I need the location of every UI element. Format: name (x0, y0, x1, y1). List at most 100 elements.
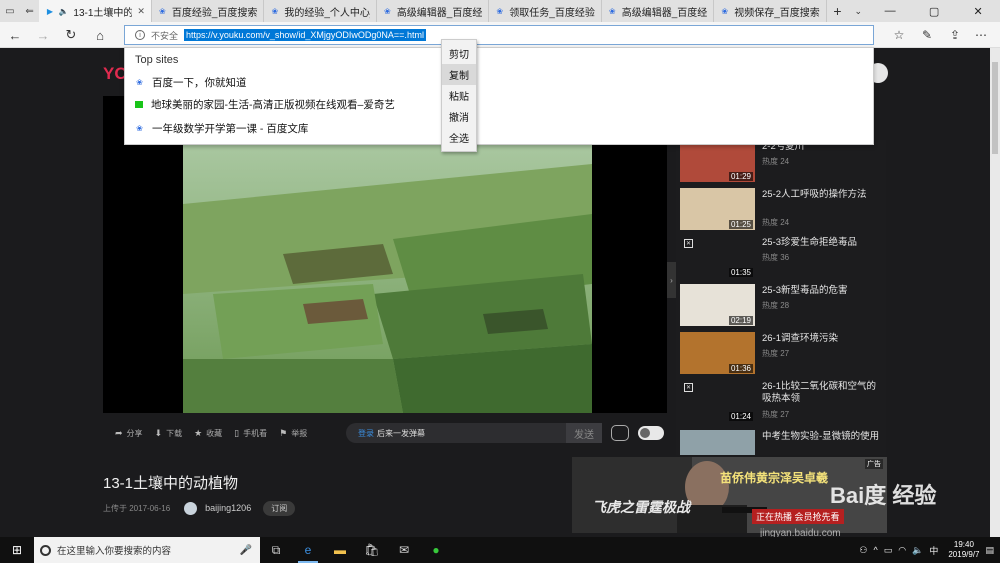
file-explorer-icon[interactable]: ▬ (324, 537, 356, 563)
tab-advanced-editor-2[interactable]: ❀ 高级编辑器_百度经验 (602, 0, 715, 22)
baidu-paw-icon: ❀ (721, 6, 729, 16)
menu-item-cut[interactable]: 剪切 (442, 43, 476, 64)
playlist-item[interactable]: ✕ 01:35 25-3珍爱生命拒绝毒品 热度 36 (680, 236, 886, 282)
tab-advanced-editor[interactable]: ❀ 高级编辑器_百度经验 (377, 0, 490, 22)
playlist-title[interactable]: 26-1比较二氧化碳和空气的吸热本领 (762, 381, 884, 405)
set-aside-tabs-icon[interactable]: ⇐ (20, 0, 40, 22)
maximize-button[interactable]: ▢ (912, 0, 956, 22)
danmu-placeholder: 后来一发弹幕 (377, 428, 425, 438)
playlist-thumbnail[interactable]: 01:25 (680, 188, 755, 230)
share-icon[interactable]: ⇪ (942, 22, 968, 48)
tab-preview-icon[interactable]: ▭ (0, 0, 20, 22)
ime-indicator[interactable]: 中 (929, 544, 938, 557)
info-icon[interactable]: i (135, 30, 145, 40)
top-sites-dropdown: Top sites ❀ 百度一下，你就知道 地球美丽的家园-生活-高清正版视频在… (124, 47, 874, 145)
playlist-item[interactable]: 01:25 25-2人工呼吸的操作方法 热度 24 (680, 188, 886, 234)
ad-cta-text: 正在热播 会员抢先看 (752, 509, 844, 524)
playlist-thumbnail[interactable] (680, 430, 755, 455)
playlist-title[interactable]: 25-3新型毒品的危害 (762, 285, 884, 297)
mail-icon[interactable]: ✉ (388, 537, 420, 563)
top-site-item[interactable]: ❀ 百度一下，你就知道 (135, 73, 246, 91)
favorites-icon[interactable]: ☆ (886, 22, 912, 48)
danmu-input[interactable]: 登录 后来一发弹幕 (346, 423, 566, 443)
uploader-avatar[interactable] (184, 501, 198, 515)
pen-icon[interactable]: ✎ (914, 22, 940, 48)
tab-video-save[interactable]: ❀ 视频保存_百度搜索 (714, 0, 827, 22)
close-tab-icon[interactable]: ✕ (137, 6, 145, 17)
minimize-button[interactable]: — (868, 0, 912, 22)
back-arrow-icon[interactable]: ← (2, 22, 28, 48)
address-bar[interactable]: i 不安全 https://v.youku.com/v_show/id_XMjg… (124, 25, 874, 45)
menu-item-paste[interactable]: 粘贴 (442, 85, 476, 106)
taskbar-search[interactable]: 在这里输入你要搜索的内容 🎤 (34, 537, 260, 563)
player-controls: ➦ 分享 ⬇ 下载 ★ 收藏 ▯ 手机看 ⚑ 举报 登录 后来一发弹幕 发送 (103, 418, 667, 448)
forward-arrow-icon[interactable]: → (30, 22, 56, 48)
playlist-title[interactable]: 26-1调查环境污染 (762, 333, 884, 345)
edge-browser-icon[interactable]: e (292, 537, 324, 563)
playlist-title[interactable]: 25-2人工呼吸的操作方法 (762, 189, 884, 201)
microphone-icon[interactable]: 🎤 (240, 545, 252, 556)
playlist-item[interactable]: 01:29 2-2亏夏川 热度 24 (680, 140, 886, 186)
playlist-thumbnail[interactable]: 02:19 (680, 284, 755, 326)
tab-list-chevron-icon[interactable]: ⌄ (848, 0, 868, 22)
send-danmu-button[interactable]: 发送 (566, 423, 602, 443)
task-view-icon[interactable]: ⧉ (260, 537, 292, 563)
tab-claim-task[interactable]: ❀ 领取任务_百度经验 (489, 0, 602, 22)
menu-item-copy[interactable]: 复制 (442, 64, 476, 85)
notifications-icon[interactable]: ▤ (985, 545, 994, 556)
collapse-chevron-icon[interactable]: › (667, 262, 676, 298)
playlist-thumbnail[interactable]: ✕ 01:24 (680, 380, 755, 422)
store-icon[interactable]: 🛍 (356, 537, 388, 563)
youku-icon: ▶ (46, 6, 53, 16)
playlist-item[interactable]: ✕ 01:24 26-1比较二氧化碳和空气的吸热本领 热度 27 (680, 380, 886, 426)
playlist-thumbnail[interactable]: ✕ 01:35 (680, 236, 755, 278)
playlist-thumbnail[interactable]: 01:36 (680, 332, 755, 374)
home-icon[interactable]: ⌂ (87, 22, 113, 48)
url-text-selected[interactable]: https://v.youku.com/v_show/id_XMjgyODIwO… (184, 29, 426, 41)
page-scrollbar[interactable] (990, 48, 1000, 537)
menu-item-select-all[interactable]: 全选 (442, 127, 476, 148)
uploader-name[interactable]: baijing1206 (205, 503, 251, 513)
subscribe-button[interactable]: 订阅 (263, 500, 296, 516)
wechat-icon[interactable]: ● (420, 537, 452, 563)
new-tab-button[interactable]: + (827, 0, 849, 22)
volume-icon[interactable]: 🔈 (912, 545, 923, 556)
system-tray: ⚇ ^ ▭ ◠ 🔈 中 19:40 2019/9/7 ▤ (859, 540, 1000, 560)
tab-youku[interactable]: ▶ 🔈 13-1土壤中的动 ✕ (39, 0, 152, 22)
download-button[interactable]: ⬇ 下载 (155, 428, 183, 439)
playlist-thumbnail[interactable]: 01:29 (680, 140, 755, 182)
top-site-item[interactable]: ❀ 一年级数学开学第一课 - 百度文库 (135, 119, 308, 137)
playlist-title[interactable]: 25-3珍爱生命拒绝毒品 (762, 237, 884, 249)
taskbar-search-placeholder: 在这里输入你要搜索的内容 (57, 546, 172, 557)
chevron-up-icon[interactable]: ^ (874, 545, 878, 555)
danmu-toggle[interactable] (638, 426, 664, 440)
more-icon[interactable]: ⋯ (968, 22, 994, 48)
playlist-heat: 热度 27 (762, 349, 790, 358)
playlist-item[interactable]: 01:36 26-1调查环境污染 热度 27 (680, 332, 886, 378)
danmu-login-link[interactable]: 登录 (358, 428, 374, 439)
mobile-button[interactable]: ▯ 手机看 (234, 428, 267, 439)
share-button[interactable]: ➦ 分享 (115, 428, 143, 439)
context-menu: 剪切 复制 粘贴 撤消 全选 (441, 39, 477, 152)
scrollbar-thumb[interactable] (992, 62, 998, 154)
people-icon[interactable]: ⚇ (859, 545, 867, 556)
playlist-item[interactable]: 中考生物实验-显微镜的使用 (680, 430, 886, 455)
tab-baidu-search[interactable]: ❀ 百度经验_百度搜索 (152, 0, 265, 22)
broken-image-icon: ✕ (684, 239, 693, 248)
refresh-icon[interactable]: ↻ (58, 22, 84, 48)
danmu-settings-icon[interactable] (611, 425, 629, 441)
playlist-title[interactable]: 中考生物实验-显微镜的使用 (762, 431, 884, 443)
playlist-item[interactable]: 02:19 25-3新型毒品的危害 热度 28 (680, 284, 886, 330)
report-button[interactable]: ⚑ 举报 (279, 428, 307, 439)
speaker-icon[interactable]: 🔈 (59, 7, 69, 16)
top-site-item[interactable]: 地球美丽的家园-生活-高清正版视频在线观看–爱奇艺 (135, 95, 395, 113)
clock[interactable]: 19:40 2019/9/7 (948, 540, 979, 560)
menu-item-undo[interactable]: 撤消 (442, 106, 476, 127)
battery-icon[interactable]: ▭ (884, 545, 893, 556)
favorite-button[interactable]: ★ 收藏 (194, 428, 222, 439)
tab-my-jingyan[interactable]: ❀ 我的经验_个人中心_百 (264, 0, 377, 22)
playlist: 01:29 2-2亏夏川 热度 24 01:25 25-2人工呼吸的操作方法 热度 24 ✕… (676, 140, 886, 455)
close-window-button[interactable]: ✕ (956, 0, 1000, 22)
wifi-icon[interactable]: ◠ (898, 545, 906, 556)
windows-start-icon[interactable]: ⊞ (0, 543, 34, 557)
